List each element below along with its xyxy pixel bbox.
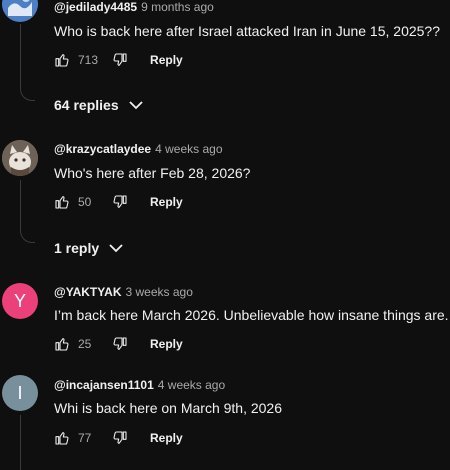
reply-button[interactable]: Reply [150, 337, 183, 351]
like-count: 713 [78, 53, 99, 67]
thumbs-up-icon[interactable] [54, 52, 70, 68]
like-count: 50 [78, 195, 92, 209]
comment-meta: @krazycatlaydee 4 weeks ago [54, 142, 223, 156]
comment-author[interactable]: @incajansen1101 [54, 378, 154, 392]
thread-curve [20, 228, 35, 243]
replies-count: 1 reply [54, 240, 100, 256]
comment-actions: 77 Reply [54, 428, 183, 448]
thumbs-down-icon[interactable] [112, 336, 128, 352]
comment-time[interactable]: 3 weeks ago [126, 285, 193, 299]
comment-actions: 50 Reply [54, 192, 183, 212]
comment-meta: @incajansen1101 4 weeks ago [54, 378, 225, 392]
comment-actions: 25 Reply [54, 334, 183, 354]
view-replies-button[interactable]: 64 replies [54, 97, 143, 113]
comment-time[interactable]: 4 weeks ago [158, 378, 225, 392]
like-count: 25 [78, 337, 92, 351]
comment-author[interactable]: @jedilady4485 [54, 0, 137, 14]
thread-line [20, 415, 21, 470]
thumbs-down-icon[interactable] [112, 52, 128, 68]
replies-count: 64 replies [54, 97, 119, 113]
comment-author[interactable]: @krazycatlaydee [54, 142, 151, 156]
thumbs-down-icon[interactable] [112, 194, 128, 210]
comment-text: Who's here after Feb 28, 2026? [54, 165, 251, 181]
thumbs-down-icon[interactable] [112, 430, 128, 446]
avatar-letter: I [17, 382, 23, 403]
avatar[interactable] [2, 0, 38, 22]
avatar-letter: Y [13, 290, 26, 311]
comment-time[interactable]: 9 months ago [141, 0, 214, 14]
chevron-down-icon [128, 101, 143, 110]
thread-line [20, 24, 21, 86]
comment-text: I’m back here March 2026. Unbelievable h… [54, 307, 449, 323]
thumbs-up-icon[interactable] [54, 430, 70, 446]
reply-button[interactable]: Reply [150, 431, 183, 445]
comment-time[interactable]: 4 weeks ago [155, 142, 222, 156]
comment-text: Who is back here after Israel attacked I… [54, 23, 441, 39]
reply-button[interactable]: Reply [150, 53, 183, 67]
comment-actions: 713 Reply [54, 50, 183, 70]
comment-meta: @YAKTYAK 3 weeks ago [54, 285, 193, 299]
thread-line [20, 180, 21, 228]
view-replies-button[interactable]: 1 reply [54, 240, 123, 256]
thread-curve [20, 86, 35, 101]
avatar[interactable]: Y [2, 283, 38, 319]
like-count: 77 [78, 431, 92, 445]
comment-author[interactable]: @YAKTYAK [54, 285, 122, 299]
reply-button[interactable]: Reply [150, 195, 183, 209]
comment-meta: @jedilady4485 9 months ago [54, 0, 214, 14]
avatar[interactable] [2, 140, 38, 176]
thumbs-up-icon[interactable] [54, 194, 70, 210]
avatar[interactable]: I [2, 375, 38, 411]
chevron-down-icon [109, 244, 123, 253]
thumbs-up-icon[interactable] [54, 336, 70, 352]
comment-text: Whi is back here on March 9th, 2026 [54, 400, 283, 416]
